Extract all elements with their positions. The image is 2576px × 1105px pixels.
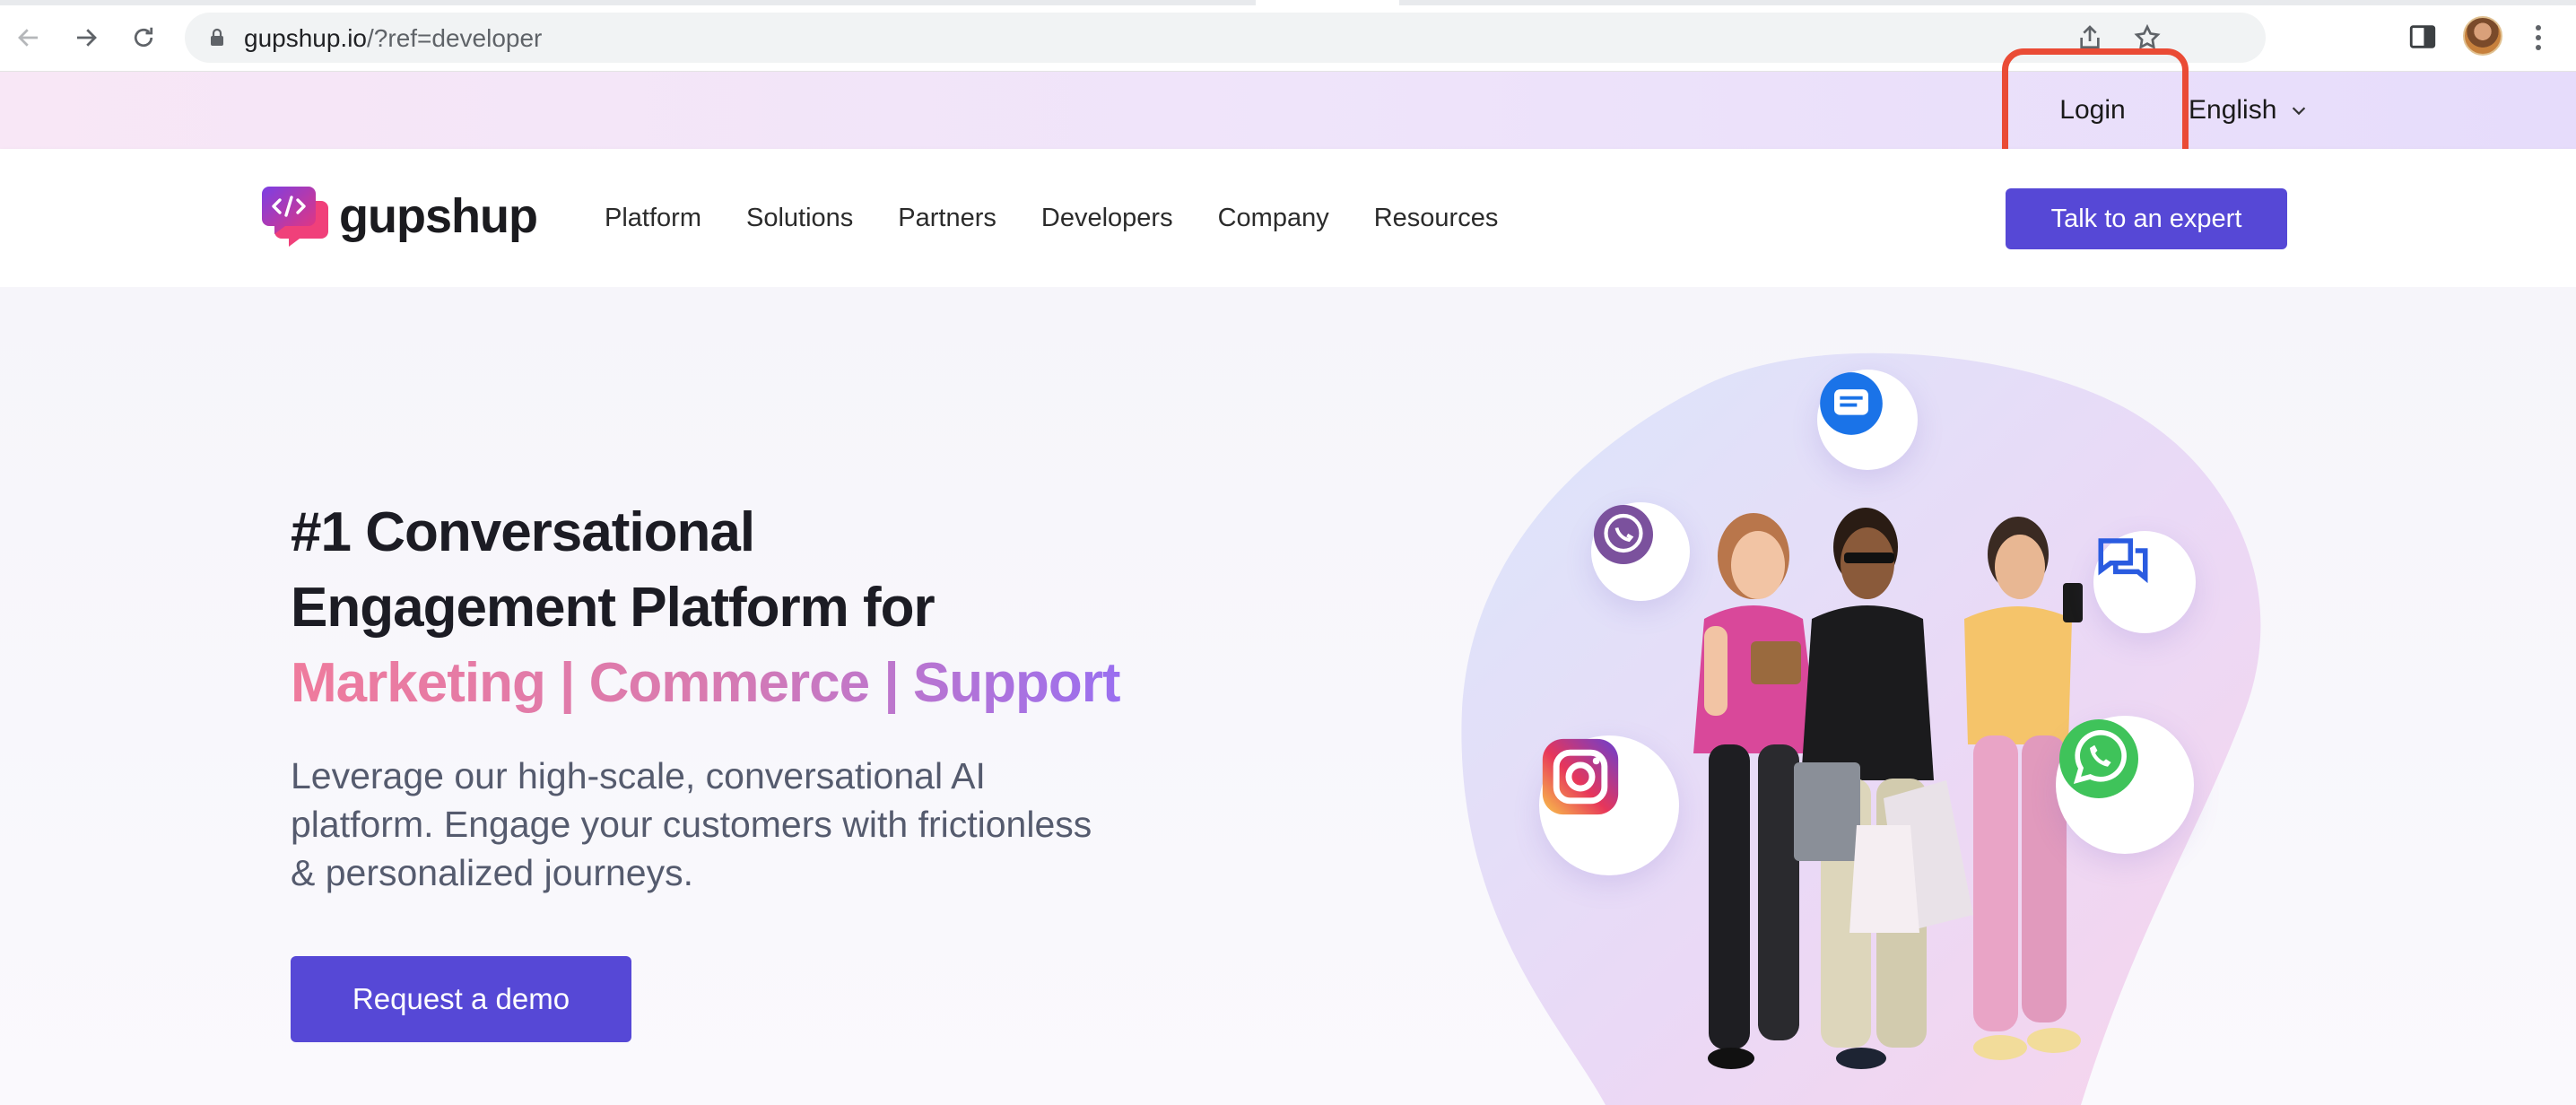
nav-item-company[interactable]: Company	[1218, 204, 1329, 233]
browser-toolbar: gupshup.io/?ref=developer	[0, 0, 2576, 72]
nav-item-resources[interactable]: Resources	[1374, 204, 1499, 233]
login-button[interactable]: Login	[2000, 72, 2185, 149]
lock-icon	[211, 28, 223, 46]
chat-bubbles-icon	[2093, 531, 2196, 633]
viber-icon	[1591, 502, 1690, 601]
hero-title-line-1: #1 Conversational	[291, 501, 755, 563]
main-navigation: gupshup Platform Solutions Partners Deve…	[0, 149, 2576, 287]
hero-section: #1 Conversational Engagement Platform fo…	[0, 287, 2576, 1105]
hero-title-highlight: Marketing | Commerce | Support	[291, 646, 1121, 721]
hero-title: #1 Conversational Engagement Platform fo…	[291, 495, 1121, 721]
request-demo-button[interactable]: Request a demo	[291, 956, 631, 1042]
google-messages-icon	[1817, 370, 1918, 470]
url-text[interactable]: gupshup.io/?ref=developer	[244, 24, 542, 53]
url-path: /?ref=developer	[367, 24, 543, 52]
talk-to-expert-button[interactable]: Talk to an expert	[2006, 188, 2287, 249]
back-button[interactable]	[11, 20, 47, 56]
instagram-icon	[1539, 735, 1679, 875]
profile-avatar[interactable]	[2463, 16, 2502, 56]
language-label: English	[2189, 95, 2277, 125]
chevron-down-icon	[2293, 107, 2306, 116]
hero-subtitle: Leverage our high-scale, conversational …	[291, 755, 1092, 893]
whatsapp-icon	[2056, 716, 2194, 854]
nav-item-developers[interactable]: Developers	[1041, 204, 1173, 233]
gupshup-logo-icon	[262, 185, 330, 248]
address-bar[interactable]: gupshup.io/?ref=developer	[185, 13, 2266, 63]
logo-text: gupshup	[339, 189, 538, 243]
hero-title-line-2: Engagement Platform for	[291, 577, 936, 639]
nav-item-partners[interactable]: Partners	[898, 204, 996, 233]
tab-strip	[0, 0, 2576, 5]
gupshup-logo[interactable]: gupshup	[262, 185, 538, 248]
side-panel-icon[interactable]	[2407, 22, 2438, 52]
forward-button[interactable]	[68, 20, 104, 56]
browser-menu-button[interactable]	[2528, 20, 2549, 56]
reload-button[interactable]	[126, 20, 161, 56]
bookmark-star-icon[interactable]	[2133, 23, 2162, 52]
arrow-right-icon	[77, 29, 97, 47]
nav-item-solutions[interactable]: Solutions	[746, 204, 853, 233]
language-selector[interactable]: English	[2189, 72, 2309, 149]
arrow-left-icon	[18, 29, 38, 47]
share-icon[interactable]	[2076, 23, 2104, 52]
nav-item-platform[interactable]: Platform	[605, 204, 701, 233]
utility-bar: Login English	[0, 48, 2576, 187]
hero-illustration	[1435, 287, 2332, 1105]
reload-icon	[134, 27, 153, 48]
url-host: gupshup.io	[244, 24, 368, 52]
nav-menu: Platform Solutions Partners Developers C…	[605, 149, 1498, 287]
